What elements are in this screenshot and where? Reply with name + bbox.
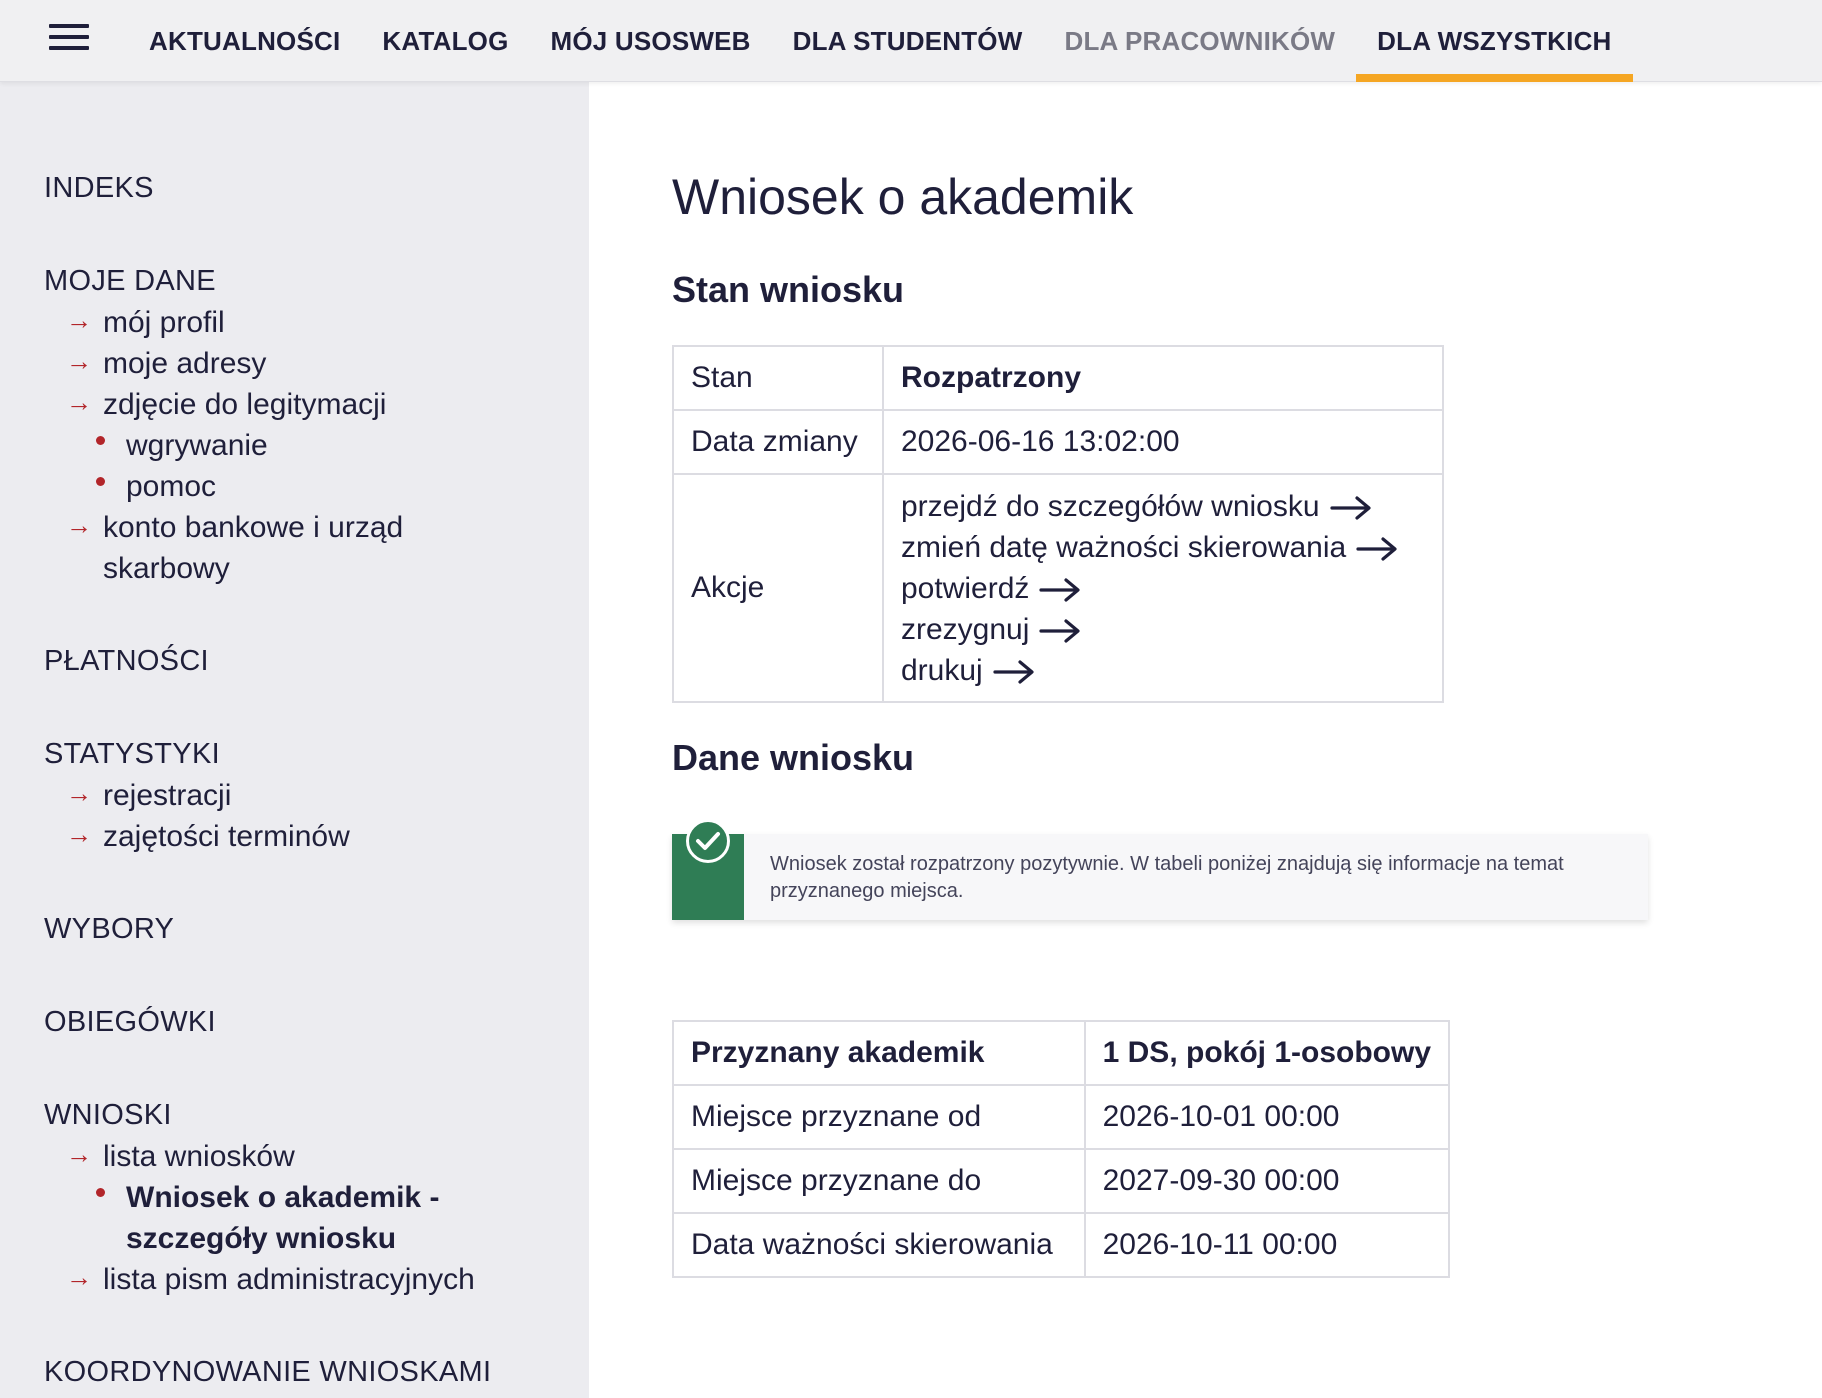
status-label: Stan: [672, 345, 884, 411]
sidebar-section-obiegowki[interactable]: OBIEGÓWKI: [44, 1002, 589, 1043]
action-label: drukuj: [901, 653, 983, 687]
action-label: potwierdź: [901, 571, 1030, 605]
arrow-right-icon: →: [66, 305, 92, 335]
table-row: Stan Rozpatrzony: [672, 345, 1444, 411]
sidebar-link-label: lista pism administracyjnych: [103, 1263, 475, 1296]
sidebar-section-indeks[interactable]: INDEKS: [44, 168, 589, 209]
arrow-right-icon: [993, 659, 1034, 684]
sidebar-sublink-label: pomoc: [126, 470, 217, 503]
status-table: Stan Rozpatrzony Data zmiany 2026-06-16 …: [672, 345, 1444, 703]
sidebar-link-moj-profil[interactable]: → mój profil: [44, 302, 589, 343]
arrow-right-icon: [1356, 536, 1397, 561]
nav-aktualnosci[interactable]: AKTUALNOŚCI: [128, 0, 361, 82]
assignment-label: Miejsce przyznane do: [672, 1148, 1086, 1214]
nav-dla-wszystkich[interactable]: DLA WSZYSTKICH: [1356, 0, 1633, 82]
arrow-right-icon: →: [66, 778, 92, 808]
sidebar-section-koordynowanie[interactable]: KOORDYNOWANIE WNIOSKAMI: [44, 1352, 589, 1393]
arrow-right-icon: →: [66, 1139, 92, 1169]
sidebar-link-lista-wnioskow[interactable]: → lista wniosków: [44, 1136, 589, 1177]
assignment-value: 2027-09-30 00:00: [1083, 1148, 1451, 1214]
sidebar-section-platnosci[interactable]: PŁATNOŚCI: [44, 641, 589, 682]
sidebar-sublink-wniosek-o-akademik[interactable]: Wniosek o akademik - szczegóły wniosku: [44, 1177, 454, 1259]
change-date-value: 2026-06-16 13:02:00: [882, 409, 1444, 475]
sidebar-link-label: zdjęcie do legitymacji: [103, 388, 387, 421]
sidebar-link-label: lista wniosków: [103, 1140, 295, 1173]
action-przejdz-do-szczegolow[interactable]: przejdź do szczegółów wniosku: [901, 486, 1425, 527]
sidebar-section-statystyki[interactable]: STATYSTYKI: [44, 734, 589, 775]
nav-moj-usosweb[interactable]: MÓJ USOSWEB: [530, 0, 772, 82]
arrow-right-icon: [1329, 495, 1371, 520]
table-row: Akcje przejdź do szczegółów wniosku zmie…: [672, 473, 1444, 703]
sidebar-link-label: mój profil: [103, 306, 225, 339]
sidebar-sublink-label: Wniosek o akademik - szczegóły wniosku: [126, 1181, 440, 1255]
table-row: Miejsce przyznane do 2027-09-30 00:00: [672, 1148, 1451, 1214]
sidebar: INDEKS MOJE DANE → mój profil → moje adres…: [0, 82, 589, 1398]
main-menu: AKTUALNOŚCI KATALOG MÓJ USOSWEB DLA STUD…: [128, 0, 1633, 82]
assignment-label: Data ważności skierowania: [672, 1212, 1086, 1278]
assignment-table: Przyznany akademik 1 DS, pokój 1-osobowy…: [672, 1020, 1451, 1278]
section-heading-stan-wniosku: Stan wniosku: [672, 269, 905, 310]
section-heading-dane-wniosku: Dane wniosku: [672, 737, 915, 778]
nav-dla-pracownikow[interactable]: DLA PRACOWNIKÓW: [1043, 0, 1356, 82]
action-zrezygnuj[interactable]: zrezygnuj: [901, 609, 1425, 650]
table-row: Przyznany akademik 1 DS, pokój 1-osobowy: [672, 1020, 1451, 1086]
actions-label: Akcje: [672, 473, 884, 703]
check-circle-icon: [686, 819, 730, 863]
sidebar-section-moje-dane[interactable]: MOJE DANE: [44, 261, 589, 302]
sidebar-link-label: zajętości terminów: [103, 820, 350, 853]
action-label: przejdź do szczegółów wniosku: [901, 489, 1320, 523]
arrow-right-icon: →: [66, 819, 92, 849]
notice-text: Wniosek został rozpatrzony pozytywnie. W…: [770, 853, 1564, 902]
arrow-right-icon: [1039, 577, 1081, 602]
sidebar-link-label: konto bankowe i urząd skarbowy: [103, 511, 404, 585]
arrow-right-icon: →: [66, 346, 92, 376]
assignment-value: 2026-10-11 00:00: [1083, 1212, 1451, 1278]
arrow-right-icon: →: [66, 387, 92, 417]
action-potwierdz[interactable]: potwierdź: [901, 568, 1425, 609]
sidebar-link-moje-adresy[interactable]: → moje adresy: [44, 343, 589, 384]
status-value: Rozpatrzony: [882, 345, 1444, 411]
sidebar-link-label: moje adresy: [103, 347, 267, 380]
assignment-label: Przyznany akademik: [672, 1020, 1086, 1086]
nav-dla-studentow[interactable]: DLA STUDENTÓW: [772, 0, 1044, 82]
arrow-right-icon: →: [66, 510, 92, 540]
sidebar-sublink-label: wgrywanie: [126, 429, 268, 462]
arrow-right-icon: →: [66, 1262, 92, 1292]
assignment-label: Miejsce przyznane od: [672, 1084, 1086, 1150]
sidebar-section-wybory[interactable]: WYBORY: [44, 909, 589, 950]
sidebar-link-konto-bankowe[interactable]: → konto bankowe i urząd skarbowy: [44, 507, 464, 589]
sidebar-sublink-wgrywanie[interactable]: wgrywanie: [44, 425, 589, 466]
action-label: zrezygnuj: [901, 612, 1030, 646]
sidebar-link-label: rejestracji: [103, 779, 232, 812]
sidebar-section-wnioski[interactable]: WNIOSKI: [44, 1095, 589, 1136]
assignment-value: 2026-10-01 00:00: [1083, 1084, 1451, 1150]
sidebar-sublink-pomoc[interactable]: pomoc: [44, 466, 589, 507]
sidebar-link-rejestracji[interactable]: → rejestracji: [44, 775, 589, 816]
sidebar-link-lista-pism[interactable]: → lista pism administracyjnych: [44, 1259, 589, 1300]
bullet-icon: [96, 477, 105, 486]
table-row: Miejsce przyznane od 2026-10-01 00:00: [672, 1084, 1451, 1150]
nav-katalog[interactable]: KATALOG: [361, 0, 529, 82]
menu-icon[interactable]: [49, 24, 89, 54]
action-drukuj[interactable]: drukuj: [901, 650, 1425, 691]
actions-list: przejdź do szczegółów wniosku zmień datę…: [882, 473, 1444, 703]
table-row: Data zmiany 2026-06-16 13:02:00: [672, 409, 1444, 475]
change-date-label: Data zmiany: [672, 409, 884, 475]
table-row: Data ważności skierowania 2026-10-11 00:…: [672, 1212, 1451, 1278]
action-label: zmień datę ważności skierowania: [901, 530, 1347, 564]
page-title: Wniosek o akademik: [672, 169, 1134, 225]
action-zmien-date-waznosci[interactable]: zmień datę ważności skierowania: [901, 527, 1425, 568]
sidebar-link-zdjecie-do-legitymacji[interactable]: → zdjęcie do legitymacji: [44, 384, 589, 425]
arrow-right-icon: [1039, 618, 1081, 643]
assignment-value: 1 DS, pokój 1-osobowy: [1083, 1020, 1451, 1086]
top-navigation: AKTUALNOŚCI KATALOG MÓJ USOSWEB DLA STUD…: [0, 0, 1822, 82]
bullet-icon: [96, 436, 105, 445]
success-notice: Wniosek został rozpatrzony pozytywnie. W…: [672, 819, 1648, 920]
sidebar-link-zajetosci-terminow[interactable]: → zajętości terminów: [44, 816, 589, 857]
bullet-icon: [96, 1188, 105, 1197]
